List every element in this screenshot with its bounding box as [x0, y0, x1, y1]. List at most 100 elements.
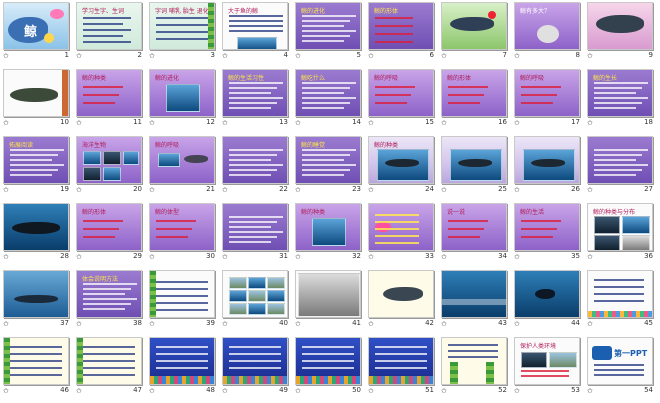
- slide-preview[interactable]: 第一PPT: [587, 337, 653, 385]
- transition-icon[interactable]: ✩: [222, 253, 228, 261]
- slide-thumbnail-37[interactable]: ✩ 37: [0, 268, 73, 335]
- transition-icon[interactable]: ✩: [3, 119, 9, 127]
- slide-thumbnail-54[interactable]: 第一PPT ✩ 54: [584, 335, 657, 402]
- slide-preview[interactable]: 鲸的种类: [295, 203, 361, 251]
- slide-preview[interactable]: [3, 337, 69, 385]
- transition-icon[interactable]: ✩: [149, 186, 155, 194]
- slide-preview[interactable]: 鲸的生长: [587, 69, 653, 117]
- transition-icon[interactable]: ✩: [222, 186, 228, 194]
- transition-icon[interactable]: ✩: [295, 186, 301, 194]
- slide-thumbnail-7[interactable]: ✩ 7: [438, 0, 511, 67]
- slide-preview[interactable]: 鲸的形体: [76, 203, 142, 251]
- slide-preview[interactable]: [3, 69, 69, 117]
- transition-icon[interactable]: ✩: [587, 320, 593, 328]
- transition-icon[interactable]: ✩: [222, 387, 228, 395]
- slide-thumbnail-46[interactable]: ✩ 46: [0, 335, 73, 402]
- slide-thumbnail-47[interactable]: ✩ 47: [73, 335, 146, 402]
- transition-icon[interactable]: ✩: [587, 52, 593, 60]
- slide-thumbnail-32[interactable]: 鲸的种类 ✩ 32: [292, 201, 365, 268]
- slide-thumbnail-40[interactable]: ✩ 40: [219, 268, 292, 335]
- slide-thumbnail-50[interactable]: ✩ 50: [292, 335, 365, 402]
- slide-preview[interactable]: 鲸的进化: [149, 69, 215, 117]
- slide-preview[interactable]: [514, 270, 580, 318]
- transition-icon[interactable]: ✩: [149, 119, 155, 127]
- slide-thumbnail-15[interactable]: 鲸的呼吸 ✩ 15: [365, 67, 438, 134]
- transition-icon[interactable]: ✩: [514, 320, 520, 328]
- slide-preview[interactable]: [295, 337, 361, 385]
- transition-icon[interactable]: ✩: [149, 253, 155, 261]
- slide-thumbnail-13[interactable]: 鲸的生活习性 ✩ 13: [219, 67, 292, 134]
- slide-thumbnail-31[interactable]: ✩ 31: [219, 201, 292, 268]
- slide-preview[interactable]: 鲸的呼吸: [514, 69, 580, 117]
- transition-icon[interactable]: ✩: [76, 52, 82, 60]
- slide-thumbnail-3[interactable]: 字词 哺乳 胎生 退化 ✩ 3: [146, 0, 219, 67]
- slide-thumbnail-23[interactable]: 鲸的睡觉 ✩ 23: [292, 134, 365, 201]
- slide-thumbnail-51[interactable]: ✩ 51: [365, 335, 438, 402]
- transition-icon[interactable]: ✩: [3, 253, 9, 261]
- slide-preview[interactable]: [587, 136, 653, 184]
- slide-thumbnail-42[interactable]: ✩ 42: [365, 268, 438, 335]
- slide-preview[interactable]: [441, 270, 507, 318]
- slide-preview[interactable]: [3, 270, 69, 318]
- slide-preview[interactable]: [149, 337, 215, 385]
- slide-thumbnail-6[interactable]: 鲸的形体 ✩ 6: [365, 0, 438, 67]
- transition-icon[interactable]: ✩: [76, 253, 82, 261]
- transition-icon[interactable]: ✩: [222, 119, 228, 127]
- slide-preview[interactable]: [3, 203, 69, 251]
- transition-icon[interactable]: ✩: [222, 52, 228, 60]
- slide-thumbnail-43[interactable]: ✩ 43: [438, 268, 511, 335]
- slide-thumbnail-22[interactable]: ✩ 22: [219, 134, 292, 201]
- transition-icon[interactable]: ✩: [587, 119, 593, 127]
- slide-thumbnail-19[interactable]: 拓展阅读 ✩ 19: [0, 134, 73, 201]
- slide-thumbnail-1[interactable]: 鲸 ✩ 1: [0, 0, 73, 67]
- transition-icon[interactable]: ✩: [441, 119, 447, 127]
- slide-thumbnail-12[interactable]: 鲸的进化 ✩ 12: [146, 67, 219, 134]
- transition-icon[interactable]: ✩: [514, 387, 520, 395]
- slide-thumbnail-45[interactable]: ✩ 45: [584, 268, 657, 335]
- slide-preview[interactable]: 说一说: [441, 203, 507, 251]
- transition-icon[interactable]: ✩: [295, 119, 301, 127]
- slide-preview[interactable]: 鲸的生活: [514, 203, 580, 251]
- transition-icon[interactable]: ✩: [368, 186, 374, 194]
- slide-thumbnail-9[interactable]: ✩ 9: [584, 0, 657, 67]
- slide-preview[interactable]: [441, 2, 507, 50]
- slide-thumbnail-8[interactable]: 鲸有多大？ ✩ 8: [511, 0, 584, 67]
- transition-icon[interactable]: ✩: [441, 186, 447, 194]
- slide-thumbnail-10[interactable]: ✩ 10: [0, 67, 73, 134]
- slide-preview[interactable]: [368, 337, 434, 385]
- transition-icon[interactable]: ✩: [514, 52, 520, 60]
- slide-preview[interactable]: [149, 270, 215, 318]
- slide-thumbnail-39[interactable]: ✩ 39: [146, 268, 219, 335]
- slide-thumbnail-4[interactable]: 大于鱼的鲸 ✩ 4: [219, 0, 292, 67]
- slide-thumbnail-48[interactable]: ✩ 48: [146, 335, 219, 402]
- slide-preview[interactable]: 鲸吃什么: [295, 69, 361, 117]
- transition-icon[interactable]: ✩: [295, 320, 301, 328]
- slide-thumbnail-26[interactable]: ✩ 26: [511, 134, 584, 201]
- transition-icon[interactable]: ✩: [441, 253, 447, 261]
- slide-preview[interactable]: 鲸的呼吸: [368, 69, 434, 117]
- slide-thumbnail-21[interactable]: 鲸的呼吸 ✩ 21: [146, 134, 219, 201]
- slide-preview[interactable]: 字词 哺乳 胎生 退化: [149, 2, 215, 50]
- transition-icon[interactable]: ✩: [514, 186, 520, 194]
- transition-icon[interactable]: ✩: [222, 320, 228, 328]
- slide-thumbnail-30[interactable]: 鲸的体型 ✩ 30: [146, 201, 219, 268]
- slide-preview[interactable]: [222, 136, 288, 184]
- slide-thumbnail-17[interactable]: 鲸的呼吸 ✩ 17: [511, 67, 584, 134]
- slide-preview[interactable]: 鲸的呼吸: [149, 136, 215, 184]
- transition-icon[interactable]: ✩: [76, 186, 82, 194]
- slide-preview[interactable]: 鲸: [3, 2, 69, 50]
- transition-icon[interactable]: ✩: [368, 52, 374, 60]
- slide-preview[interactable]: [76, 337, 142, 385]
- slide-thumbnail-2[interactable]: 学习生字、生词 ✩ 2: [73, 0, 146, 67]
- slide-preview[interactable]: [441, 136, 507, 184]
- transition-icon[interactable]: ✩: [149, 320, 155, 328]
- slide-preview[interactable]: 鲸的种类与分布: [587, 203, 653, 251]
- slide-thumbnail-25[interactable]: ✩ 25: [438, 134, 511, 201]
- slide-preview[interactable]: 鲸的生活习性: [222, 69, 288, 117]
- slide-thumbnail-27[interactable]: ✩ 27: [584, 134, 657, 201]
- slide-preview[interactable]: 鲸有多大？: [514, 2, 580, 50]
- transition-icon[interactable]: ✩: [149, 387, 155, 395]
- slide-preview[interactable]: [295, 270, 361, 318]
- transition-icon[interactable]: ✩: [3, 320, 9, 328]
- transition-icon[interactable]: ✩: [295, 387, 301, 395]
